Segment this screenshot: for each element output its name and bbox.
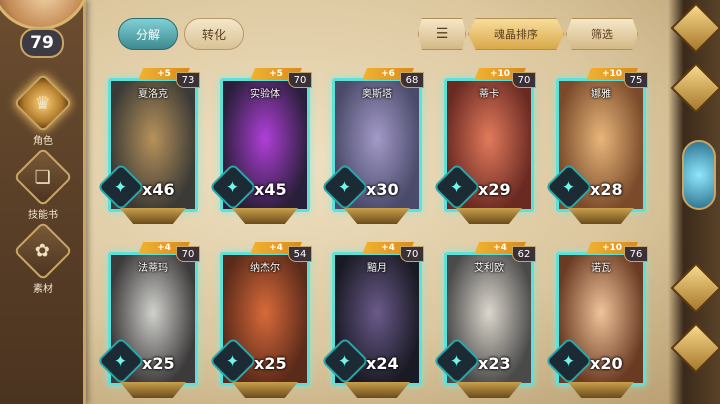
card-base-ornament <box>568 382 634 398</box>
sidebar-item-character[interactable]: ♛ 角色 <box>13 73 73 154</box>
card-base-ornament <box>120 208 186 224</box>
card-base-ornament <box>232 208 298 224</box>
shard-count: x23 <box>478 354 511 373</box>
hero-level-tag: 62 <box>512 246 536 262</box>
tab-convert[interactable]: 转化 <box>184 18 244 50</box>
hero-level-tag: 70 <box>176 246 200 262</box>
shard-count: x30 <box>366 180 399 199</box>
material-icon: ✿ <box>13 221 73 281</box>
right-gold-ornament <box>670 62 720 114</box>
shard-count: x25 <box>142 354 175 373</box>
hero-card[interactable]: 奥斯塔 +6 68 ✦ x30 <box>320 68 424 226</box>
hero-level-tag: 73 <box>176 72 200 88</box>
hero-level-tag: 70 <box>512 72 536 88</box>
card-base-ornament <box>568 208 634 224</box>
soul-crystal-sort-button[interactable]: 魂晶排序 <box>468 18 564 50</box>
right-gold-ornament <box>670 262 720 314</box>
player-level-badge: 79 <box>20 28 64 58</box>
tab-decompose[interactable]: 分解 <box>118 18 178 50</box>
decompose-screen: 79 ♛ 角色 ❏ 技能书 ✿ 素材 分解 转化 ☰ 魂晶排序 筛选 夏洛克 +… <box>0 0 720 404</box>
right-frame-decoration <box>668 0 720 404</box>
hero-card[interactable]: 黯月 +4 70 ✦ x24 <box>320 242 424 400</box>
hero-card[interactable]: 实验体 +5 70 ✦ x45 <box>208 68 312 226</box>
book-icon: ❏ <box>13 147 73 207</box>
shard-count: x24 <box>366 354 399 373</box>
hero-level-tag: 76 <box>624 246 648 262</box>
hero-card[interactable]: 纳杰尔 +4 54 ✦ x25 <box>208 242 312 400</box>
top-toolbar: 分解 转化 ☰ 魂晶排序 筛选 <box>86 0 720 56</box>
right-side-orb <box>682 140 716 210</box>
hero-level-tag: 68 <box>400 72 424 88</box>
card-base-ornament <box>456 382 522 398</box>
card-base-ornament <box>120 382 186 398</box>
hero-card[interactable]: 法蒂玛 +4 70 ✦ x25 <box>96 242 200 400</box>
sidebar-item-skillbook[interactable]: ❏ 技能书 <box>13 147 73 228</box>
shard-count: x20 <box>590 354 623 373</box>
hero-card[interactable]: 夏洛克 +5 73 ✦ x46 <box>96 68 200 226</box>
hero-level-tag: 75 <box>624 72 648 88</box>
shard-count: x46 <box>142 180 175 199</box>
sort-order-button[interactable]: ☰ <box>418 18 466 50</box>
sidebar-item-label: 素材 <box>33 284 53 295</box>
player-avatar[interactable] <box>0 0 90 30</box>
shard-count: x25 <box>254 354 287 373</box>
sort-list-icon: ☰ <box>435 26 449 42</box>
hero-level-tag: 54 <box>288 246 312 262</box>
filter-button[interactable]: 筛选 <box>566 18 638 50</box>
hero-level-tag: 70 <box>288 72 312 88</box>
sidebar-item-label: 角色 <box>33 136 53 147</box>
card-base-ornament <box>344 208 410 224</box>
shard-count: x45 <box>254 180 287 199</box>
card-base-ornament <box>344 382 410 398</box>
helmet-icon: ♛ <box>13 73 73 133</box>
sidebar-item-material[interactable]: ✿ 素材 <box>13 221 73 302</box>
hero-card[interactable]: 艾利欧 +4 62 ✦ x23 <box>432 242 536 400</box>
right-gold-ornament <box>670 322 720 374</box>
card-base-ornament <box>232 382 298 398</box>
hero-card[interactable]: 蒂卡 +10 70 ✦ x29 <box>432 68 536 226</box>
left-sidebar: 79 ♛ 角色 ❏ 技能书 ✿ 素材 <box>0 0 90 404</box>
card-base-ornament <box>456 208 522 224</box>
shard-count: x29 <box>478 180 511 199</box>
shard-count: x28 <box>590 180 623 199</box>
hero-level-tag: 70 <box>400 246 424 262</box>
hero-card[interactable]: 诺瓦 +10 76 ✦ x20 <box>544 242 648 400</box>
hero-card[interactable]: 娜雅 +10 75 ✦ x28 <box>544 68 648 226</box>
sidebar-item-label: 技能书 <box>28 210 58 221</box>
